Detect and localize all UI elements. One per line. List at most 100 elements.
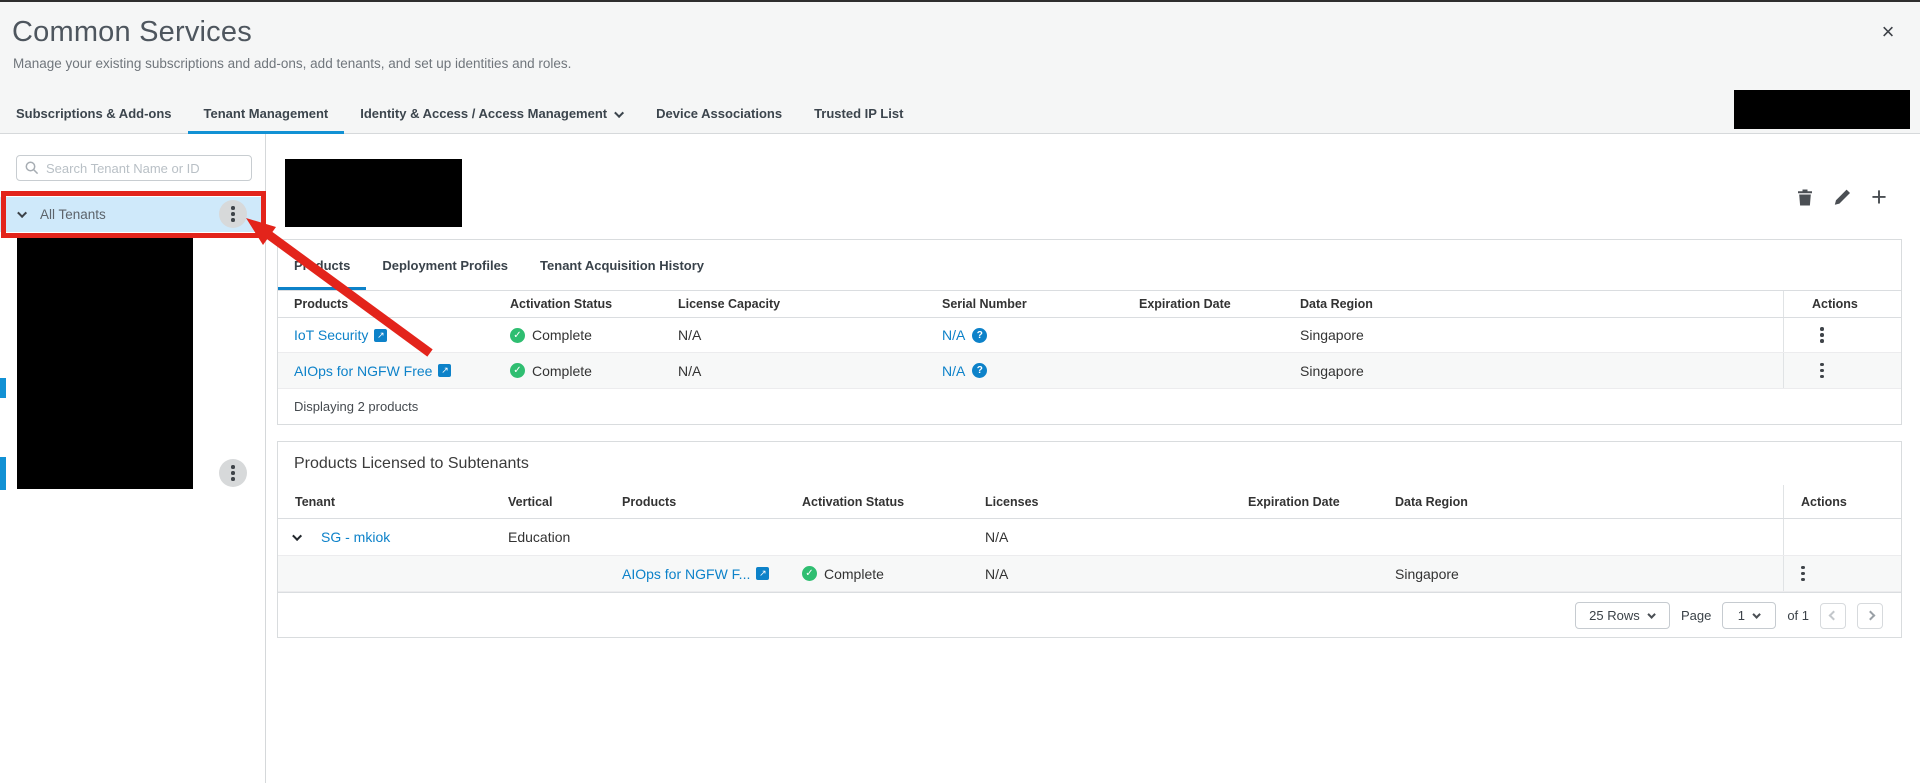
vertical: Education	[508, 529, 570, 545]
plus-icon: +	[1871, 186, 1887, 208]
subtenants-card: Products Licensed to Subtenants Tenant V…	[277, 441, 1902, 638]
search-input[interactable]	[46, 161, 243, 176]
activation-status: Complete	[532, 327, 592, 343]
product-name: AIOps for NGFW Free	[294, 363, 432, 379]
chevron-right-icon	[1865, 611, 1875, 621]
selected-tenant-indicator	[0, 378, 6, 398]
tab-label: Products	[294, 258, 350, 273]
external-link-icon: ↗	[438, 364, 451, 377]
data-region: Singapore	[1300, 327, 1364, 343]
expand-row-chevron-icon[interactable]	[292, 531, 302, 541]
column-header: Expiration Date	[1231, 485, 1378, 518]
tenant-toolbar: +	[1794, 186, 1890, 208]
rows-per-page-value: 25 Rows	[1589, 608, 1640, 623]
all-tenants-label: All Tenants	[40, 207, 106, 222]
tenant-sidebar: All Tenants	[0, 134, 266, 783]
activation-status: Complete	[824, 566, 884, 582]
tab-label: Subscriptions & Add-ons	[16, 96, 172, 132]
column-header: Expiration Date	[1123, 291, 1284, 317]
redacted-tenant-list	[17, 238, 193, 489]
tab-device-associations[interactable]: Device Associations	[640, 95, 798, 133]
products-table-footer: Displaying 2 products	[278, 389, 1901, 424]
selected-tenant-indicator	[0, 457, 6, 490]
page-label: Page	[1681, 608, 1711, 623]
product-name: AIOps for NGFW F...	[622, 566, 750, 582]
tab-label: Tenant Acquisition History	[540, 258, 704, 273]
previous-page-button[interactable]	[1820, 603, 1846, 629]
page-select[interactable]: 1	[1722, 602, 1776, 629]
page-value: 1	[1738, 608, 1745, 623]
main-tab-bar: Subscriptions & Add-ons Tenant Managemen…	[0, 95, 919, 133]
delete-tenant-button[interactable]	[1794, 186, 1816, 208]
chevron-down-icon[interactable]	[17, 208, 27, 218]
table-row: IoT Security ↗ ✓ Complete N/A N/A ? Sin	[278, 318, 1901, 353]
close-icon[interactable]: ×	[1874, 18, 1902, 46]
column-header: Products	[605, 485, 785, 518]
product-link-aiops-ngfw-free[interactable]: AIOps for NGFW Free ↗	[294, 363, 451, 379]
license-capacity: N/A	[678, 363, 701, 379]
subtenants-table-header: Tenant Vertical Products Activation Stat…	[278, 485, 1901, 519]
add-tenant-button[interactable]: +	[1868, 186, 1890, 208]
page-subtitle: Manage your existing subscriptions and a…	[13, 56, 571, 71]
search-icon	[25, 161, 39, 175]
table-row: AIOps for NGFW F... ↗ ✓ Complete N/A Sin…	[278, 556, 1901, 592]
row-kebab-menu-icon[interactable]	[1820, 327, 1824, 343]
tab-subscriptions-add-ons[interactable]: Subscriptions & Add-ons	[0, 95, 188, 133]
tab-identity-access[interactable]: Identity & Access / Access Management	[344, 95, 640, 133]
tab-label: Device Associations	[656, 96, 782, 132]
main-content: + Products Deployment Profiles Tenant Ac…	[266, 134, 1920, 783]
tenant-name: SG - mkiok	[321, 529, 390, 545]
rows-per-page-select[interactable]: 25 Rows	[1575, 602, 1670, 629]
all-tenants-kebab-menu-icon[interactable]	[219, 200, 247, 228]
detail-tab-bar: Products Deployment Profiles Tenant Acqu…	[278, 240, 1901, 291]
redacted-account-block	[1734, 90, 1910, 129]
row-kebab-menu-icon[interactable]	[1801, 566, 1805, 582]
table-row: AIOps for NGFW Free ↗ ✓ Complete N/A N/A…	[278, 353, 1901, 389]
subtenants-title: Products Licensed to Subtenants	[278, 442, 1901, 485]
column-header: License Capacity	[662, 291, 926, 317]
common-services-window: Common Services Manage your existing sub…	[0, 0, 1920, 783]
success-check-icon: ✓	[802, 566, 817, 581]
next-page-button[interactable]	[1857, 603, 1883, 629]
data-region: Singapore	[1395, 566, 1459, 582]
licenses: N/A	[985, 529, 1008, 545]
serial-number: N/A	[942, 327, 965, 343]
tab-tenant-acquisition-history[interactable]: Tenant Acquisition History	[524, 240, 720, 290]
data-region: Singapore	[1300, 363, 1364, 379]
success-check-icon: ✓	[510, 328, 525, 343]
tab-tenant-management[interactable]: Tenant Management	[188, 95, 345, 133]
tab-deployment-profiles[interactable]: Deployment Profiles	[366, 240, 524, 290]
tenant-kebab-menu-icon[interactable]	[219, 459, 247, 487]
kebab-icon	[231, 206, 235, 222]
subtenant-link-sg-mkiok[interactable]: SG - mkiok	[321, 529, 390, 545]
trash-icon	[1796, 188, 1814, 207]
chevron-left-icon	[1828, 611, 1838, 621]
tab-trusted-ip-list[interactable]: Trusted IP List	[798, 95, 919, 133]
column-header: Licenses	[968, 485, 1231, 518]
row-kebab-menu-icon[interactable]	[1820, 363, 1824, 379]
column-header: Actions	[1783, 291, 1901, 317]
success-check-icon: ✓	[510, 363, 525, 378]
tab-products[interactable]: Products	[278, 240, 366, 290]
product-link-aiops-ngfw[interactable]: AIOps for NGFW F... ↗	[622, 566, 769, 582]
redacted-tenant-name	[285, 159, 462, 227]
tab-label: Deployment Profiles	[382, 258, 508, 273]
product-link-iot-security[interactable]: IoT Security ↗	[294, 327, 387, 343]
activation-status: Complete	[532, 363, 592, 379]
column-header: Serial Number	[926, 291, 1123, 317]
topbar: Common Services Manage your existing sub…	[0, 0, 1920, 134]
page-title: Common Services	[12, 16, 252, 49]
help-icon[interactable]: ?	[972, 363, 987, 378]
chevron-down-icon	[614, 108, 624, 118]
serial-number: N/A	[942, 363, 965, 379]
column-header: Vertical	[491, 485, 605, 518]
table-row: SG - mkiok Education N/A	[278, 519, 1901, 556]
tenant-search[interactable]	[16, 155, 252, 181]
help-icon[interactable]: ?	[972, 328, 987, 343]
column-header: Data Region	[1284, 291, 1783, 317]
edit-tenant-button[interactable]	[1831, 186, 1853, 208]
column-header: Activation Status	[785, 485, 968, 518]
pencil-icon	[1833, 188, 1852, 207]
license-capacity: N/A	[678, 327, 701, 343]
tab-label: Identity & Access / Access Management	[360, 96, 607, 132]
